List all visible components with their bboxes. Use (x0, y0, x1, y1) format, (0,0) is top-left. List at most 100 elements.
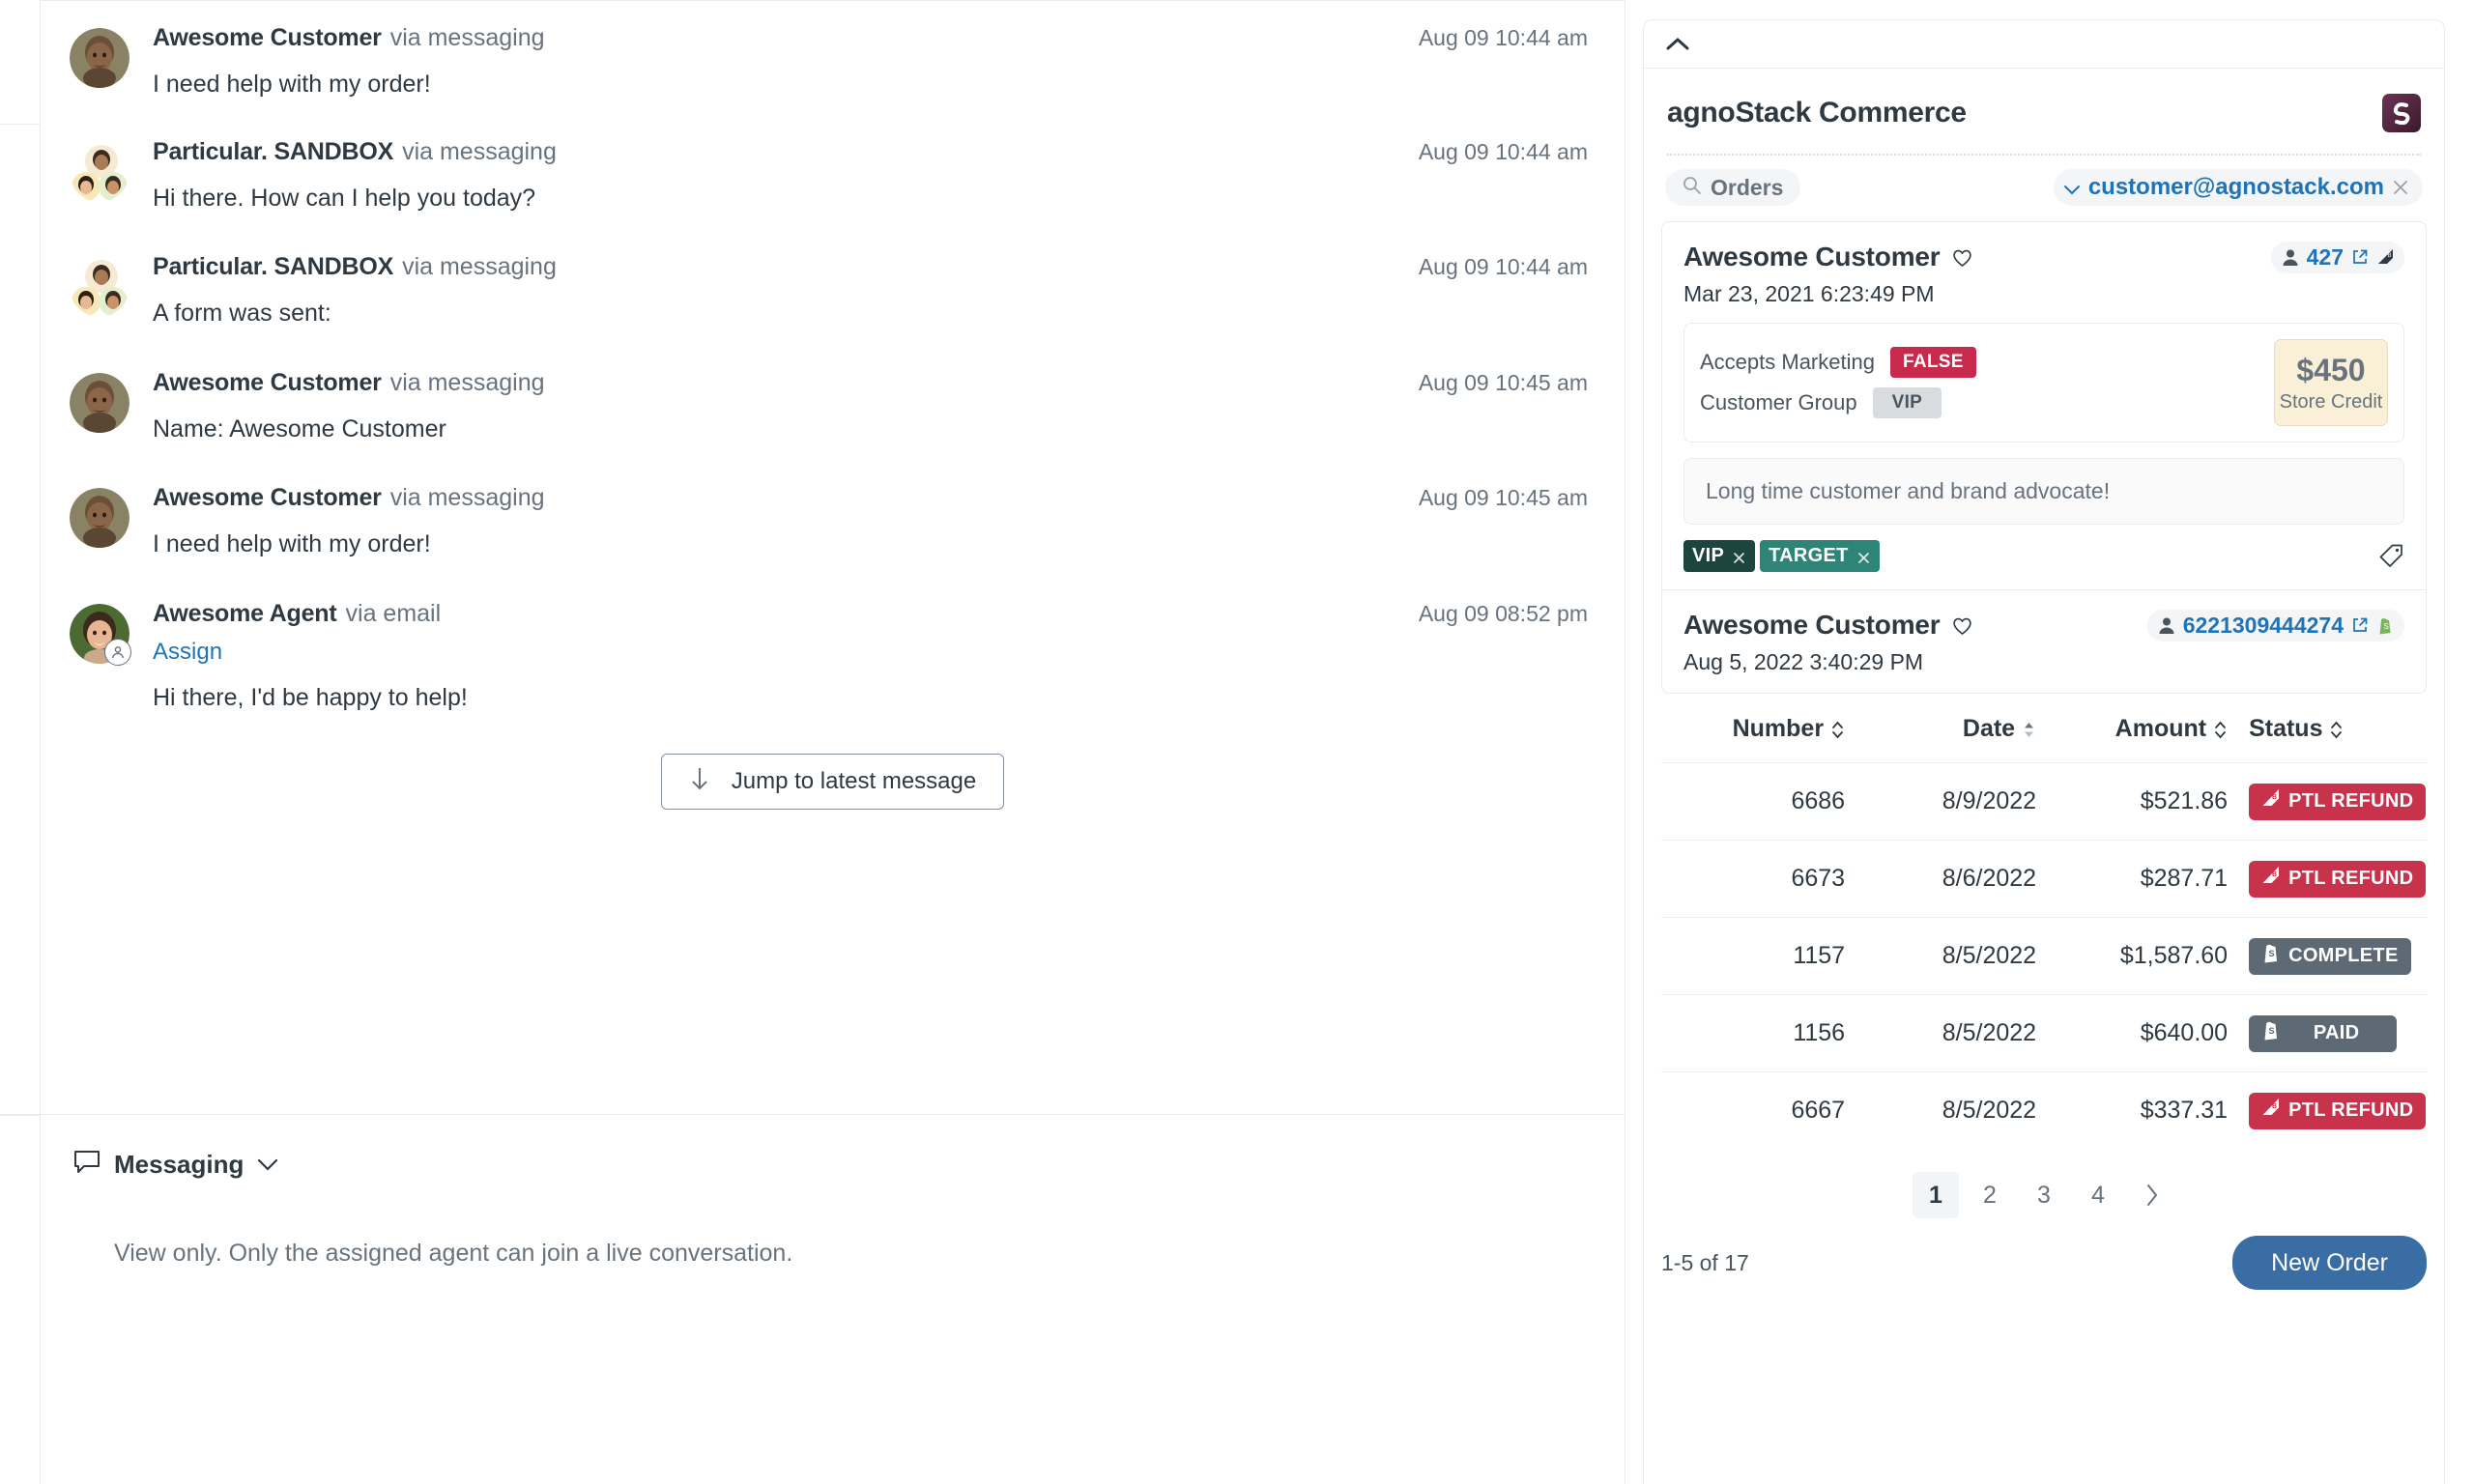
column-header-date[interactable]: Date (1845, 715, 2036, 743)
svg-text:S: S (2384, 622, 2389, 631)
table-row[interactable]: 6667 8/5/2022 $337.31 B PTL REFUND (1661, 1071, 2427, 1149)
man-avatar (70, 28, 129, 88)
shopify-icon: S (2376, 616, 2394, 635)
table-row[interactable]: 1157 8/5/2022 $1,587.60 S COMPLETE (1661, 917, 2427, 994)
composer-inner: Messaging View only. Only the assigned a… (41, 1115, 1625, 1484)
customer-note[interactable]: Long time customer and brand advocate! (1683, 458, 2404, 525)
message-item: Awesome Agent via email Aug 09 08:52 pm … (41, 600, 1625, 714)
add-tag-icon[interactable] (2378, 543, 2404, 569)
external-link-icon[interactable] (2351, 248, 2369, 267)
table-footer: 1-5 of 17 New Order (1661, 1236, 2427, 1290)
page-1-button[interactable]: 1 (1913, 1172, 1959, 1218)
channel-selector[interactable]: Messaging (41, 1150, 278, 1180)
order-number: 6686 (1791, 787, 1846, 814)
person-icon (2158, 616, 2175, 635)
column-header-status[interactable]: Status (2228, 715, 2427, 743)
svg-text:B: B (2388, 253, 2392, 259)
message-item: Awesome Customer via messaging Aug 09 10… (41, 369, 1625, 445)
page-4-button[interactable]: 4 (2075, 1172, 2121, 1218)
order-number: 1156 (1793, 1019, 1846, 1046)
order-date: 8/5/2022 (1942, 1097, 2037, 1124)
page-2-button[interactable]: 2 (1967, 1172, 2013, 1218)
message-body: Particular. SANDBOX via messaging Aug 09… (129, 253, 1588, 329)
customer-created-date: Aug 5, 2022 3:40:29 PM (1683, 649, 1924, 674)
message-text: Name: Awesome Customer (153, 414, 446, 442)
column-label: Date (1962, 715, 2016, 742)
customer-name: Awesome Customer (1683, 610, 1941, 640)
shopify-icon: S (2261, 1020, 2280, 1046)
column-label: Number (1732, 715, 1825, 742)
order-status-cell: B PTL REFUND (2228, 1092, 2427, 1129)
view-only-notice: View only. Only the assigned agent can j… (114, 1240, 793, 1267)
message-text: Hi there. How can I help you today? (153, 184, 536, 212)
column-header-amount[interactable]: Amount (2036, 715, 2228, 743)
status-label: PAID (2313, 1022, 2360, 1043)
order-date: 8/9/2022 (1942, 787, 2037, 814)
message-timestamp: Aug 09 10:44 am (1418, 138, 1588, 164)
table-row[interactable]: 6673 8/6/2022 $287.71 B PTL REFUND (1661, 840, 2427, 917)
sort-active-icon (2022, 719, 2036, 739)
message-timestamp: Aug 09 10:45 am (1418, 485, 1588, 510)
column-header-number[interactable]: Number (1661, 715, 1845, 743)
table-row[interactable]: 1156 8/5/2022 $640.00 S PAID (1661, 994, 2427, 1071)
page-3-button[interactable]: 3 (2021, 1172, 2067, 1218)
status-badge: S COMPLETE (2249, 937, 2411, 975)
status-badge: B PTL REFUND (2249, 783, 2427, 820)
agnostack-logo (2382, 94, 2421, 132)
customer-panel: Awesome Customer Mar 23, 2021 6:23:49 PM (1661, 221, 2427, 694)
message-channel: via email (345, 599, 442, 627)
app-title: agnoStack Commerce (1667, 97, 1967, 128)
message-timestamp: Aug 09 08:52 pm (1418, 600, 1588, 626)
customer-id-pill[interactable]: 427 B (2270, 242, 2404, 273)
close-icon[interactable] (2392, 179, 2409, 196)
status-badge: S PAID (2249, 1014, 2398, 1052)
orders-search-chip[interactable]: Orders (1665, 169, 1801, 206)
order-number: 1157 (1793, 942, 1846, 969)
order-date: 8/6/2022 (1942, 865, 2037, 892)
chevron-down-icon (2063, 183, 2081, 194)
avatar (70, 372, 129, 433)
sort-icon (2213, 719, 2228, 739)
customer-id: 6221309444274 (2182, 613, 2344, 638)
svg-text:B: B (2272, 1103, 2277, 1110)
message-body: Particular. SANDBOX via messaging Aug 09… (129, 138, 1588, 214)
result-count: 1-5 of 17 (1661, 1249, 1749, 1275)
app-root: Awesome Customer via messaging Aug 09 10… (0, 0, 2474, 1484)
attribute-row: Customer Group VIP (1700, 387, 1976, 418)
chevron-up-icon (1665, 37, 1690, 51)
message-author: Awesome Customer (153, 368, 382, 396)
order-number: 6673 (1791, 865, 1846, 892)
search-icon (1683, 176, 1702, 200)
jump-to-latest-button[interactable]: Jump to latest message (660, 754, 1005, 810)
svg-text:B: B (2272, 871, 2277, 878)
customer-id-pill[interactable]: 6221309444274 S (2146, 610, 2404, 642)
heart-icon[interactable] (1951, 615, 1973, 636)
customer-created-date: Mar 23, 2021 6:23:49 PM (1683, 281, 1935, 306)
agnostack-app-card: agnoStack Commerce Orders customer@agnos… (1643, 19, 2445, 1484)
next-page-button[interactable] (2129, 1172, 2175, 1218)
message-list[interactable]: Awesome Customer via messaging Aug 09 10… (41, 0, 1625, 1114)
message-author: Awesome Customer (153, 484, 382, 511)
shopify-icon: S (2261, 943, 2280, 969)
assign-link[interactable]: Assign (153, 639, 222, 666)
table-header: Number Date Amount Status (1661, 715, 2427, 762)
customer-group-badge: VIP (1872, 387, 1942, 418)
remove-tag-icon[interactable] (1856, 549, 1871, 563)
heart-icon[interactable] (1951, 247, 1973, 268)
external-link-icon[interactable] (2351, 616, 2369, 635)
customer-tag[interactable]: TARGET (1760, 540, 1880, 572)
table-row[interactable]: 6686 8/9/2022 $521.86 B PTL REFUND (1661, 762, 2427, 840)
message-text: A form was sent: (153, 300, 331, 327)
customer-tag[interactable]: VIP (1683, 540, 1756, 572)
order-date: 8/5/2022 (1942, 942, 2037, 969)
accepts-marketing-badge: FALSE (1889, 347, 1976, 378)
customer-email-chip[interactable]: customer@agnostack.com (2053, 169, 2423, 206)
collapse-toggle[interactable] (1644, 20, 2444, 69)
message-channel: via messaging (402, 253, 557, 280)
remove-tag-icon[interactable] (1732, 549, 1746, 563)
new-order-button[interactable]: New Order (2232, 1236, 2427, 1290)
message-item: Awesome Customer via messaging Aug 09 10… (41, 484, 1625, 560)
message-author: Particular. SANDBOX (153, 137, 394, 165)
message-channel: via messaging (389, 24, 545, 51)
order-status-cell: B PTL REFUND (2228, 860, 2427, 898)
